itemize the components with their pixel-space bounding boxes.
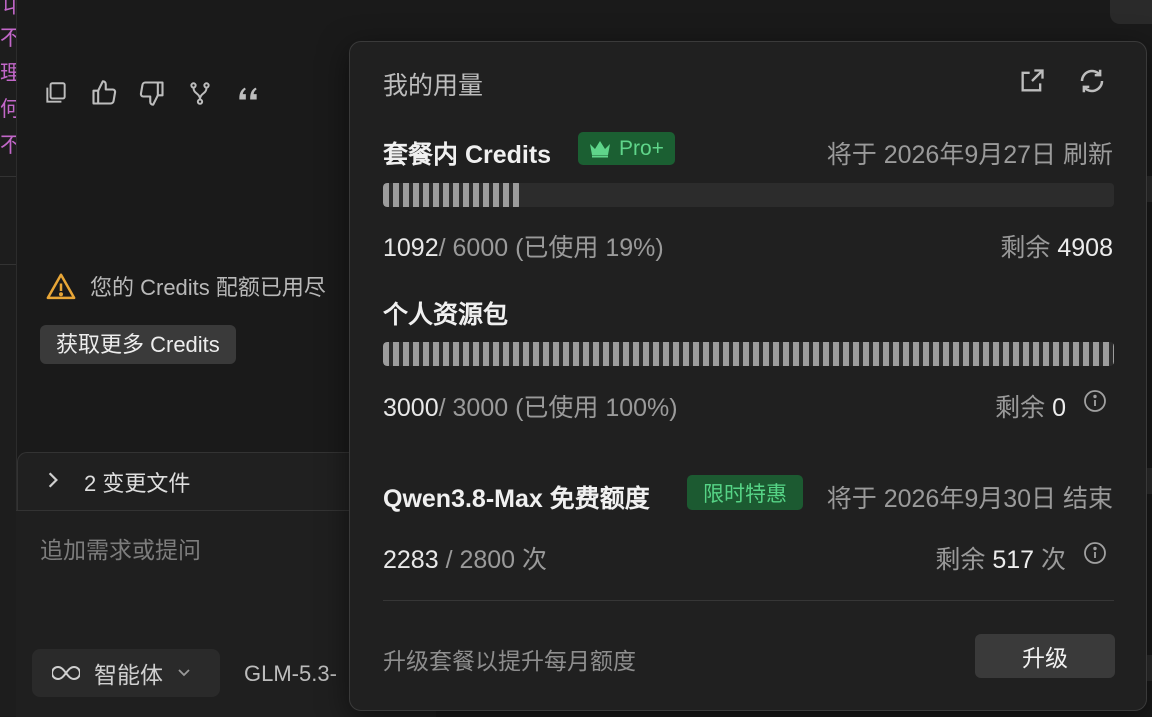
personal-progress-fill (383, 342, 1114, 366)
plan-remaining: 剩余 4908 (1000, 228, 1113, 264)
upgrade-hint: 升级套餐以提升每月额度 (383, 648, 636, 674)
truncated-text-2: 不i (0, 27, 16, 50)
message-actions (40, 78, 264, 108)
truncated-text-1: 丩 (0, 0, 16, 18)
agent-mode-selector[interactable]: 智能体 (32, 649, 220, 697)
remaining-value: 4908 (1057, 234, 1113, 262)
refresh-date: 将于 2026年9月27日 刷新 (826, 141, 1113, 169)
quota-end-date: 将于 2026年9月30日 结束 (826, 485, 1113, 513)
thumbs-down-icon[interactable] (136, 78, 168, 108)
qwen-quota-title: Qwen3.8-Max 免费额度 (383, 485, 650, 513)
remaining-label: 剩余 (1000, 234, 1051, 262)
plan-progress-fill (383, 183, 522, 207)
remaining-unit: 次 (1040, 546, 1066, 574)
pro-plus-badge: Pro+ (578, 132, 675, 165)
remaining-value: 517 (992, 546, 1035, 574)
truncated-text-3: 理 (0, 62, 16, 85)
remaining-label: 剩余 (935, 546, 986, 574)
quote-icon[interactable] (232, 78, 264, 108)
info-icon[interactable] (1083, 389, 1107, 413)
personal-total: / 3000 (已使用 100%) (438, 394, 678, 422)
plan-usage-count: 1092/ 6000 (已使用 19%) (383, 228, 664, 264)
remaining-label: 剩余 (995, 394, 1046, 422)
infinity-icon (52, 665, 80, 681)
refresh-icon[interactable] (1075, 64, 1109, 98)
copy-icon[interactable] (40, 78, 72, 108)
remaining-value: 0 (1052, 394, 1066, 422)
popup-title: 我的用量 (383, 72, 484, 100)
upgrade-button[interactable]: 升级 (975, 634, 1115, 678)
personal-progress-bar (383, 342, 1114, 366)
truncated-text-4: 何 (0, 98, 16, 121)
left-panel-strip: 丩 不i 理 何 不 (0, 0, 17, 716)
qwen-remaining: 剩余 517 次 (935, 540, 1066, 576)
qwen-used: 2283 (383, 546, 439, 574)
warning-text: 您的 Credits 配额已用尽 (90, 275, 326, 300)
divider (0, 176, 16, 177)
thumbs-up-icon[interactable] (88, 78, 120, 108)
top-right-chip[interactable] (1110, 0, 1152, 24)
badge-label: Pro+ (619, 136, 664, 160)
external-link-icon[interactable] (1015, 64, 1049, 98)
truncated-text-5: 不 (0, 134, 16, 157)
plan-total: / 6000 (已使用 19%) (438, 234, 664, 262)
changed-files-label: 2 变更文件 (84, 471, 191, 496)
quota-warning: 您的 Credits 配额已用尽 (46, 270, 326, 302)
branch-icon[interactable] (184, 78, 216, 108)
composer-input[interactable]: 追加需求或提问 (40, 531, 201, 565)
plan-used: 1092 (383, 234, 439, 262)
agent-label: 智能体 (94, 662, 163, 688)
chevron-down-icon (178, 669, 190, 677)
qwen-total: / 2800 次 (445, 546, 548, 574)
usage-popup: 我的用量 套餐内 Credits Pro+ 将于 2026年9月27日 刷新 1… (349, 41, 1147, 711)
divider (0, 264, 16, 265)
warning-icon (46, 273, 76, 300)
plan-progress-bar (383, 183, 1114, 207)
personal-pack-title: 个人资源包 (383, 301, 509, 329)
model-selector[interactable]: GLM-5.3- (244, 661, 337, 687)
chevron-right-icon (46, 469, 60, 495)
personal-usage-count: 3000/ 3000 (已使用 100%) (383, 388, 678, 424)
limited-offer-badge: 限时特惠 (687, 475, 803, 510)
crown-icon (590, 140, 610, 157)
personal-remaining: 剩余 0 (995, 388, 1066, 424)
personal-used: 3000 (383, 394, 439, 422)
divider (383, 600, 1114, 601)
qwen-usage-count: 2283 / 2800 次 (383, 540, 547, 576)
info-icon[interactable] (1083, 541, 1107, 565)
get-more-credits-button[interactable]: 获取更多 Credits (40, 325, 236, 364)
plan-credits-title: 套餐内 Credits (383, 141, 552, 169)
